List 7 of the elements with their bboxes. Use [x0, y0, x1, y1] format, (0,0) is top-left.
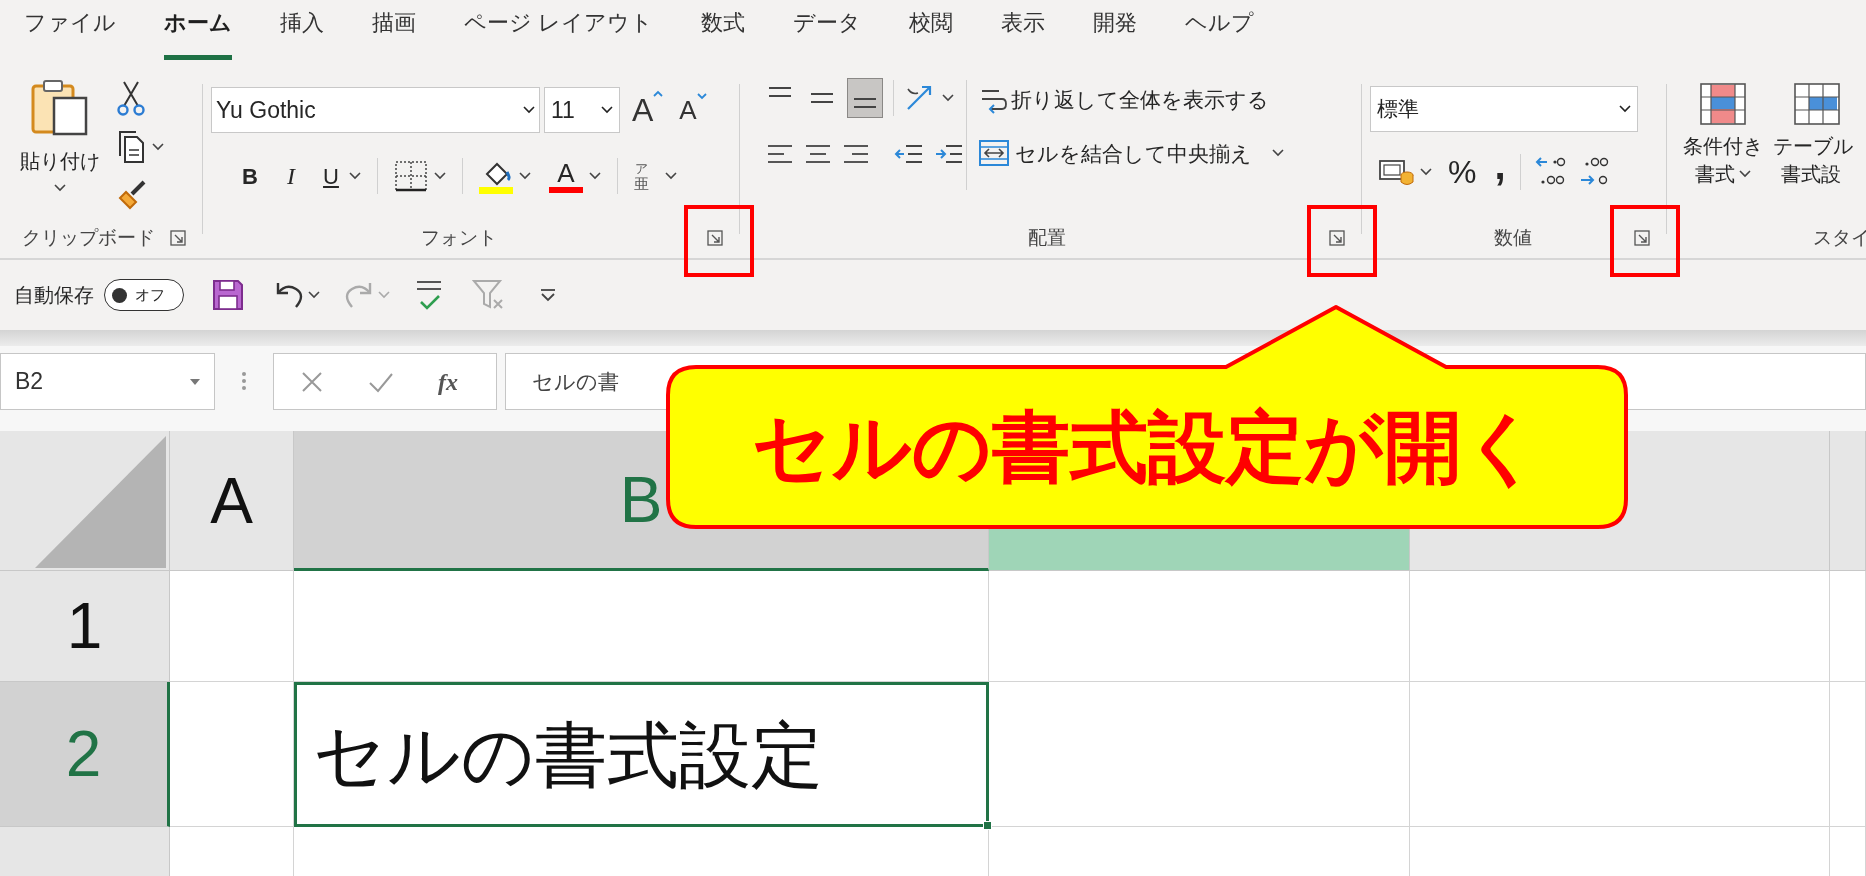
group-label: 数値: [1494, 225, 1532, 250]
group-label: 配置: [1028, 225, 1066, 250]
autosave-label: 自動保存: [14, 283, 94, 308]
group-label: スタイ: [1813, 225, 1866, 250]
group-label: フォント: [421, 225, 497, 250]
callout-tooltip: セルの書式設定が開く: [664, 303, 1630, 531]
group-label: クリップボード: [22, 225, 155, 250]
